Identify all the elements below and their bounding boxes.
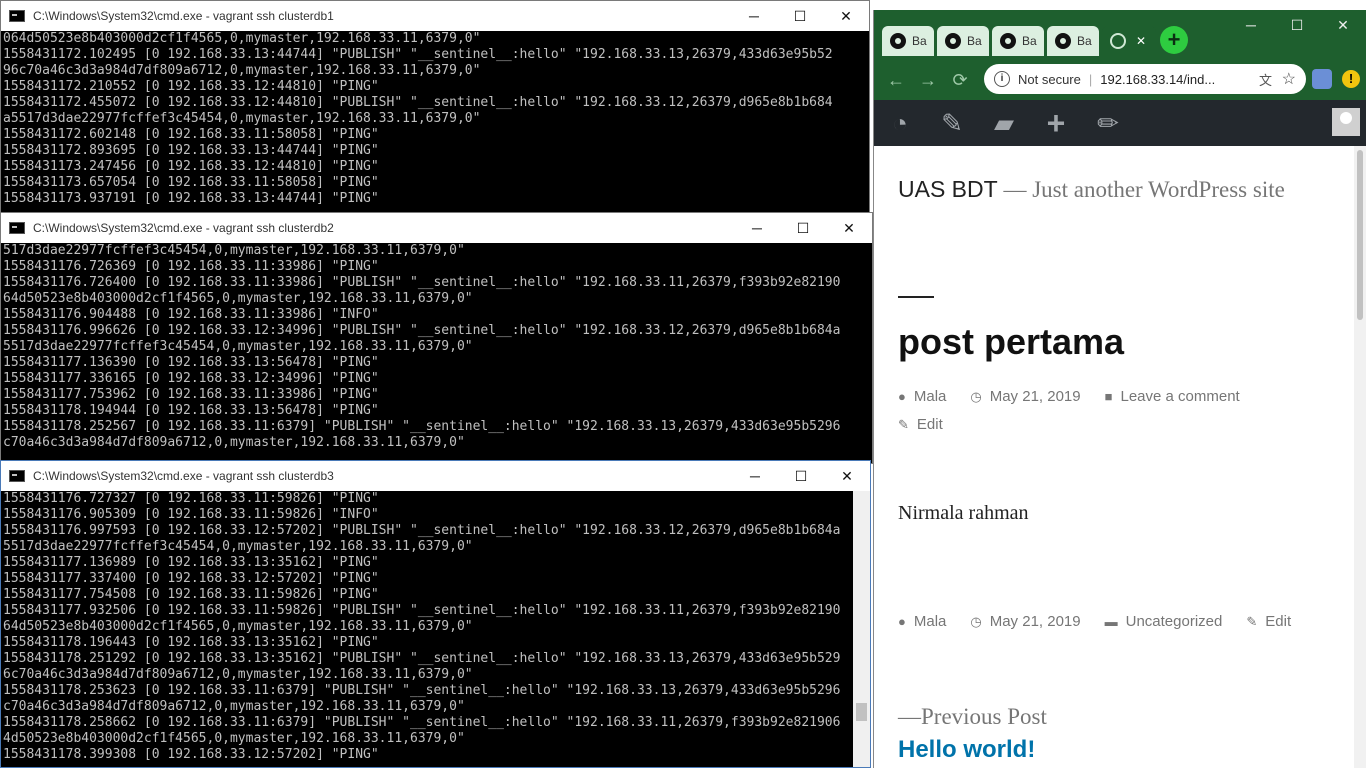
browser-tab[interactable]: Ba [937, 26, 989, 56]
site-desc-separator: — [997, 177, 1033, 202]
terminal-output: 064d50523e8b403000d2cf1f4565,0,mymaster,… [3, 31, 833, 206]
minimize-button[interactable]: ─ [732, 461, 778, 491]
maximize-button[interactable]: ☐ [777, 1, 823, 31]
author-link[interactable]: Mala [914, 388, 947, 405]
security-label: Not secure [1018, 71, 1081, 87]
close-button[interactable]: ✕ [824, 461, 870, 491]
date-link[interactable]: May 21, 2019 [990, 388, 1081, 405]
forward-button[interactable]: → [912, 70, 944, 91]
tab-close-button[interactable]: ✕ [1136, 34, 1146, 48]
github-icon [1000, 33, 1016, 49]
author-link[interactable]: Mala [914, 613, 947, 630]
minimize-button[interactable]: ─ [731, 1, 777, 31]
maximize-button[interactable]: ☐ [778, 461, 824, 491]
customize-brush-icon[interactable]: ✎ [926, 108, 978, 139]
cmd-titlebar[interactable]: C:\Windows\System32\cmd.exe - vagrant ss… [1, 213, 872, 243]
back-button[interactable]: ← [880, 70, 912, 91]
previous-post-label: —Previous Post [898, 704, 1047, 729]
cmd-icon [9, 10, 25, 22]
title-divider [898, 296, 934, 298]
github-icon [1055, 33, 1071, 49]
browser-minimize-button[interactable]: ─ [1228, 10, 1274, 40]
edit-icon: ✎ [898, 416, 909, 432]
page-content: UAS BDT — Just another WordPress site po… [874, 146, 1366, 768]
info-icon[interactable]: i [994, 71, 1010, 87]
cmd-window-clusterdb1[interactable]: C:\Windows\System32\cmd.exe - vagrant ss… [0, 0, 870, 215]
date-link[interactable]: May 21, 2019 [990, 613, 1081, 630]
page-scrollbar[interactable] [1354, 146, 1366, 768]
github-icon [945, 33, 961, 49]
browser-tab[interactable]: Ba [992, 26, 1044, 56]
cmd-titlebar[interactable]: C:\Windows\System32\cmd.exe - vagrant ss… [1, 1, 869, 31]
cmd-titlebar[interactable]: C:\Windows\System32\cmd.exe - vagrant ss… [1, 461, 870, 491]
maximize-button[interactable]: ☐ [780, 213, 826, 243]
site-header: UAS BDT — Just another WordPress site [898, 176, 1285, 203]
tab-strip: Ba Ba Ba Ba ✕ + ─ ☐ ✕ [874, 10, 1366, 60]
previous-post-link[interactable]: Hello world! [898, 736, 1035, 764]
tab-label: Ba [912, 34, 927, 48]
post-meta-top: ● Mala ◷ May 21, 2019 ■ Leave a comment [898, 388, 1264, 405]
new-tab-button[interactable]: + [1160, 26, 1188, 54]
folder-icon: ▬ [1104, 614, 1118, 629]
cmd-icon [9, 222, 25, 234]
globe-icon [1110, 33, 1126, 49]
close-button[interactable]: ✕ [823, 1, 869, 31]
wp-admin-bar: ◔ ✎ ▰ + ✏ [874, 100, 1366, 146]
terminal-output: 517d3dae22977fcffef3c45454,0,mymaster,19… [3, 243, 841, 450]
reload-button[interactable]: ⟳ [944, 70, 976, 91]
github-icon [890, 33, 906, 49]
address-separator: | [1088, 71, 1093, 87]
edit-link[interactable]: Edit [917, 416, 943, 433]
tab-label: Ba [967, 34, 982, 48]
bookmark-star-icon[interactable]: ☆ [1282, 69, 1296, 89]
comment-icon: ■ [1104, 389, 1113, 404]
cmd-window-clusterdb3[interactable]: C:\Windows\System32\cmd.exe - vagrant ss… [0, 460, 871, 768]
post-body: Nirmala rahman [898, 502, 1029, 524]
cmd-title: C:\Windows\System32\cmd.exe - vagrant ss… [33, 9, 334, 23]
comments-icon[interactable]: ▰ [978, 108, 1030, 139]
edit-link[interactable]: Edit [1265, 613, 1291, 630]
cmd-icon [9, 470, 25, 482]
extension-icon[interactable] [1312, 69, 1332, 89]
tab-label: Ba [1077, 34, 1092, 48]
clock-icon: ◷ [970, 613, 982, 629]
browser-menu-alert-icon[interactable]: ! [1342, 70, 1360, 88]
clock-icon: ◷ [970, 388, 982, 404]
comment-link[interactable]: Leave a comment [1120, 388, 1239, 405]
tab-label: Ba [1022, 34, 1037, 48]
cmd-title: C:\Windows\System32\cmd.exe - vagrant ss… [33, 221, 334, 235]
browser-toolbar: ← → ⟳ i Not secure | 192.168.33.14/ind..… [874, 60, 1366, 100]
cmd-title: C:\Windows\System32\cmd.exe - vagrant ss… [33, 469, 334, 483]
edit-icon: ✎ [1246, 613, 1258, 629]
dashboard-icon[interactable]: ◔ [874, 108, 926, 139]
cmd-window-clusterdb2[interactable]: C:\Windows\System32\cmd.exe - vagrant ss… [0, 212, 873, 464]
author-icon: ● [898, 614, 906, 629]
post-meta-bottom: ● Mala ◷ May 21, 2019 ▬ Uncategorized ✎ Edit [898, 613, 1315, 630]
url-text[interactable]: 192.168.33.14/ind... [1100, 72, 1215, 87]
category-link[interactable]: Uncategorized [1126, 613, 1223, 630]
post-meta-edit: ✎ Edit [898, 416, 967, 433]
browser-tab[interactable]: Ba [882, 26, 934, 56]
address-bar[interactable]: i Not secure | 192.168.33.14/ind... 文 ☆ [984, 64, 1306, 94]
translate-icon[interactable]: 文 [1259, 70, 1272, 89]
avatar[interactable] [1332, 108, 1360, 136]
close-button[interactable]: ✕ [826, 213, 872, 243]
terminal-output: 1558431176.727327 [0 192.168.33.11:59826… [3, 491, 841, 762]
new-plus-icon[interactable]: + [1030, 105, 1082, 142]
post-title: post pertama [898, 321, 1125, 362]
site-title[interactable]: UAS BDT [898, 176, 998, 202]
browser-tab[interactable]: Ba [1047, 26, 1099, 56]
scrollbar-thumb[interactable] [856, 703, 867, 721]
minimize-button[interactable]: ─ [734, 213, 780, 243]
browser-window[interactable]: Ba Ba Ba Ba ✕ + ─ ☐ ✕ ← → ⟳ i Not secure… [873, 10, 1366, 768]
author-icon: ● [898, 389, 906, 404]
scrollbar-thumb[interactable] [1357, 150, 1363, 320]
edit-pencil-icon[interactable]: ✏ [1082, 108, 1134, 139]
browser-maximize-button[interactable]: ☐ [1274, 10, 1320, 40]
terminal-scrollbar[interactable] [853, 491, 870, 767]
browser-close-button[interactable]: ✕ [1320, 10, 1366, 40]
site-description: Just another WordPress site [1032, 177, 1285, 202]
browser-tab-active[interactable]: ✕ [1102, 26, 1156, 56]
